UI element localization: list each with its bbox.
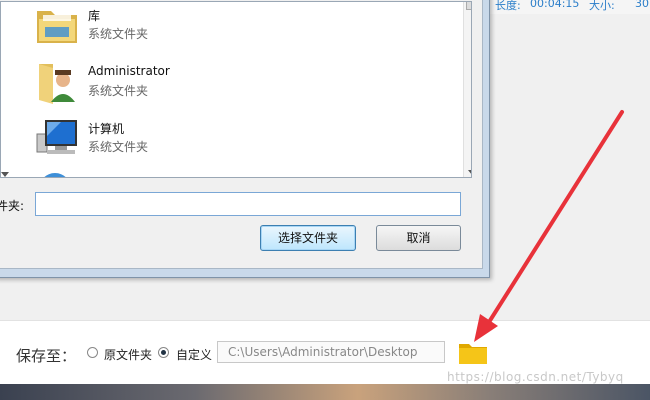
- folder-icon[interactable]: [458, 341, 488, 365]
- select-folder-button[interactable]: 选择文件夹: [260, 225, 356, 251]
- radio-original-label: 原文件夹: [104, 348, 153, 362]
- save-path-input[interactable]: C:\Users\Administrator\Desktop: [217, 341, 445, 363]
- list-item-administrator[interactable]: Administrator 系统文件夹: [31, 58, 451, 114]
- folder-label-text: 文件夹:: [0, 199, 25, 213]
- background-photo-strip: [0, 384, 650, 400]
- radio-custom-label: 自定义: [176, 348, 213, 362]
- library-folder-icon: [37, 11, 77, 43]
- list-scrollbar[interactable]: [463, 2, 471, 177]
- left-scroll-down-icon[interactable]: [1, 172, 9, 177]
- browse-folder-dialog: 库 系统文件夹 Administrator 系统文件夹 计算机 系统文件夹 件夹…: [0, 0, 490, 278]
- cancel-button[interactable]: 取消: [376, 225, 461, 251]
- length-value: 00:04:15: [530, 0, 580, 10]
- item-type: 系统文件夹: [88, 84, 149, 98]
- scroll-down-icon[interactable]: [468, 170, 471, 175]
- network-globe-icon: [44, 173, 66, 177]
- radio-original-folder[interactable]: [87, 347, 98, 358]
- save-to-label: 保存至：: [16, 347, 77, 365]
- media-info-strip: 长度: 00:04:15 大小: 30: [487, 0, 650, 14]
- item-name: 库: [88, 9, 101, 23]
- list-item-network[interactable]: 网络: [31, 167, 451, 177]
- list-item-computer[interactable]: 计算机 系统文件夹: [31, 114, 451, 170]
- scrollbar-thumb[interactable]: [466, 2, 471, 10]
- watermark: https://blog.csdn.net/Tybyq: [447, 370, 624, 384]
- folder-list[interactable]: 库 系统文件夹 Administrator 系统文件夹 计算机 系统文件夹: [0, 1, 472, 178]
- item-name: 计算机: [88, 122, 125, 136]
- item-type: 系统文件夹: [88, 27, 149, 41]
- item-name: 网络: [88, 175, 112, 177]
- size-label: 大小:: [589, 0, 615, 12]
- length-label: 长度:: [495, 0, 521, 12]
- item-name: Administrator: [88, 64, 170, 78]
- size-value: 30: [635, 0, 649, 10]
- item-type: 系统文件夹: [88, 140, 149, 154]
- list-item-library[interactable]: 库 系统文件夹: [31, 2, 451, 57]
- folder-field-label: 文件夹:: [0, 197, 24, 214]
- computer-icon: [36, 120, 77, 154]
- user-folder-icon: [39, 64, 75, 104]
- dialog-body: 库 系统文件夹 Administrator 系统文件夹 计算机 系统文件夹 件夹…: [0, 0, 483, 269]
- radio-custom[interactable]: [158, 347, 169, 358]
- folder-name-input[interactable]: [35, 192, 461, 216]
